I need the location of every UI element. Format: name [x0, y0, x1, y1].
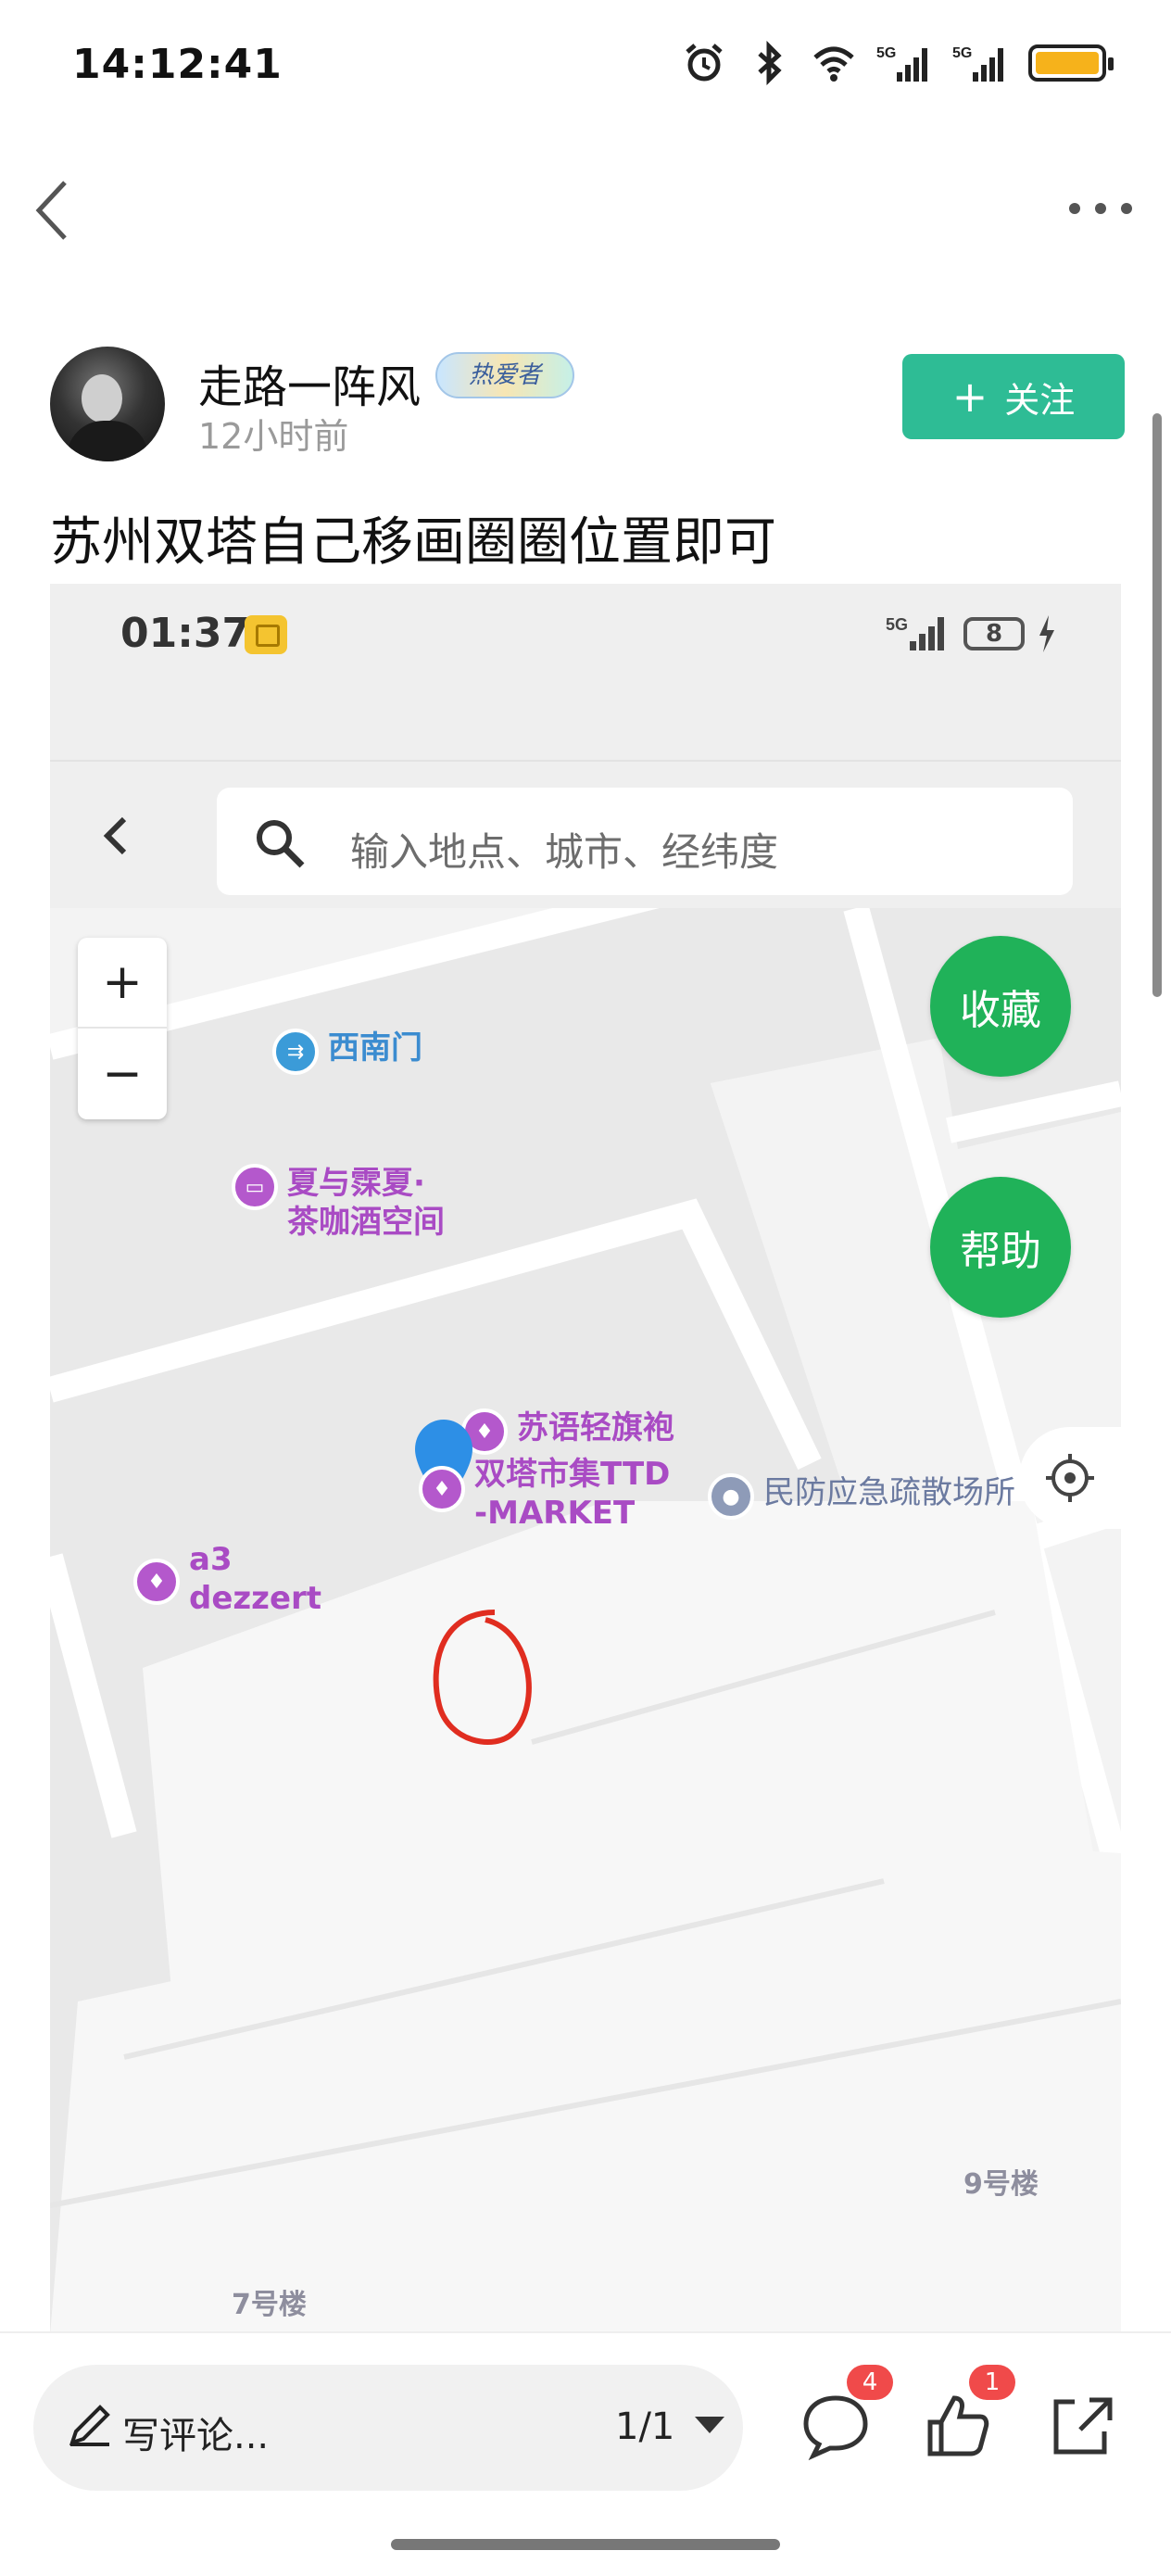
gate-icon: ⇉: [272, 1029, 319, 1075]
comment-count-badge: 4: [847, 2365, 893, 2400]
user-badge: 热爱者: [435, 352, 574, 398]
shop-icon: ▭: [232, 1164, 278, 1210]
svg-text:5G: 5G: [886, 615, 908, 634]
building-label: 7号楼: [232, 2289, 307, 2321]
poi-label: 双塔市集TTD -MARKET: [474, 1455, 670, 1533]
poi-label-line: a3: [189, 1541, 233, 1578]
comment-button[interactable]: 4: [799, 2365, 893, 2463]
signal-5g-icon: 5G: [886, 615, 944, 650]
share-button[interactable]: [1043, 2389, 1117, 2463]
post-detail-page: 14:12:41 5G 5G 走路一阵风 热爱者 12小时前 + 关注 苏州双塔…: [0, 0, 1171, 2576]
image-time: 01:37: [120, 610, 251, 657]
follow-label: 关注: [1004, 379, 1076, 421]
back-icon[interactable]: [28, 169, 83, 252]
poi-cafe[interactable]: ▭ 夏与霂夏· 茶咖酒空间: [232, 1164, 445, 1242]
battery-icon: 8: [963, 617, 1025, 650]
share-icon: [1053, 2397, 1113, 2455]
crosshair-icon: [1046, 1454, 1094, 1502]
comment-icon: [803, 2395, 868, 2461]
poi-label: 民防应急疏散场所: [763, 1474, 1015, 1511]
poi-suyu[interactable]: ♦ 苏语轻旗袍: [461, 1408, 674, 1455]
poi-label: 夏与霂夏· 茶咖酒空间: [287, 1164, 445, 1242]
signal-5g-icon: 5G: [952, 45, 1003, 82]
clothing-icon: ♦: [133, 1559, 180, 1605]
svg-text:5G: 5G: [952, 45, 972, 61]
image-status-bar: 01:37 5G 8: [50, 584, 1121, 760]
zoom-control: + −: [78, 938, 167, 1119]
badge-text: 热爱者: [468, 361, 541, 389]
charging-icon: [1039, 615, 1054, 652]
follow-button[interactable]: + 关注: [902, 354, 1125, 439]
poi-market[interactable]: ♦ 双塔市集TTD -MARKET: [419, 1455, 670, 1533]
author-name[interactable]: 走路一阵风: [198, 350, 421, 415]
image-status-icons: 5G 8: [886, 613, 1056, 654]
poi-southwest-gate[interactable]: ⇉ 西南门: [272, 1029, 422, 1075]
bottom-action-bar: 写评论... 1/1 4 1: [0, 2331, 1171, 2576]
like-count-badge: 1: [969, 2365, 1015, 2400]
chevron-down-icon[interactable]: [695, 2417, 724, 2433]
post-image[interactable]: 01:37 5G 8 输入地点、城市、经纬度 + − 收藏 帮助 ⇉ 西南门 ▭…: [50, 584, 1121, 2335]
status-bar: 14:12:41 5G 5G: [0, 0, 1171, 139]
poi-label-line: -MARKET: [474, 1495, 636, 1532]
poi-label-line: 夏与霂夏·: [287, 1165, 425, 1202]
bluetooth-icon: [758, 41, 782, 85]
image-pager[interactable]: 1/1: [615, 2406, 674, 2448]
favorite-button[interactable]: 收藏: [930, 936, 1071, 1077]
home-indicator[interactable]: [391, 2539, 780, 2550]
poi-label: a3 dezzert: [189, 1540, 321, 1618]
poi-a3-dezzert[interactable]: ♦ a3 dezzert: [133, 1540, 321, 1618]
post-time: 12小时前: [198, 416, 349, 457]
poi-label-line: 茶咖酒空间: [287, 1204, 445, 1241]
locate-button[interactable]: [1019, 1427, 1121, 1529]
search-input[interactable]: 输入地点、城市、经纬度: [217, 788, 1073, 895]
comment-input[interactable]: 写评论... 1/1: [33, 2365, 743, 2491]
map-roads: [50, 908, 1121, 2335]
svg-text:5G: 5G: [876, 45, 896, 61]
post-title: 苏州双塔自己移画圈圈位置即可: [50, 512, 776, 573]
scrollbar[interactable]: [1152, 413, 1162, 997]
like-button[interactable]: 1: [921, 2365, 1015, 2463]
search-icon: [257, 820, 305, 868]
more-icon[interactable]: [1064, 185, 1138, 232]
poi-label-line: dezzert: [189, 1580, 322, 1617]
clothing-icon: ♦: [419, 1466, 465, 1512]
poi-shelter[interactable]: ● 民防应急疏散场所: [708, 1473, 1015, 1520]
poi-label-line: 双塔市集TTD: [474, 1456, 671, 1493]
image-search-bar: 输入地点、城市、经纬度: [50, 760, 1121, 908]
map-view[interactable]: + − 收藏 帮助 ⇉ 西南门 ▭ 夏与霂夏· 茶咖酒空间 ♦ 苏语轻旗袍 ♦ …: [50, 908, 1121, 2335]
top-nav: [0, 158, 1171, 259]
help-button[interactable]: 帮助: [930, 1177, 1071, 1318]
status-time: 14:12:41: [72, 41, 283, 88]
plus-icon: +: [951, 372, 988, 422]
building-label: 9号楼: [963, 2168, 1039, 2201]
zoom-out-button[interactable]: −: [78, 1029, 167, 1119]
wifi-icon: [813, 46, 854, 82]
thumbs-up-icon: [927, 2395, 989, 2456]
comment-placeholder: 写评论...: [122, 2415, 270, 2457]
avatar[interactable]: [50, 347, 165, 461]
back-icon[interactable]: [93, 808, 139, 864]
zoom-in-button[interactable]: +: [78, 938, 167, 1029]
alarm-icon: [686, 44, 723, 82]
shelter-icon: ●: [708, 1473, 754, 1520]
signal-5g-icon: 5G: [876, 45, 927, 82]
search-placeholder: 输入地点、城市、经纬度: [350, 829, 779, 875]
copy-icon: [245, 615, 287, 654]
author-row: 走路一阵风 热爱者 12小时前 + 关注: [50, 345, 1125, 465]
battery-icon: [1028, 44, 1114, 82]
pencil-icon: [69, 2405, 110, 2446]
status-icons: 5G 5G: [682, 41, 1114, 85]
poi-label: 苏语轻旗袍: [517, 1409, 674, 1446]
poi-label: 西南门: [328, 1029, 422, 1067]
